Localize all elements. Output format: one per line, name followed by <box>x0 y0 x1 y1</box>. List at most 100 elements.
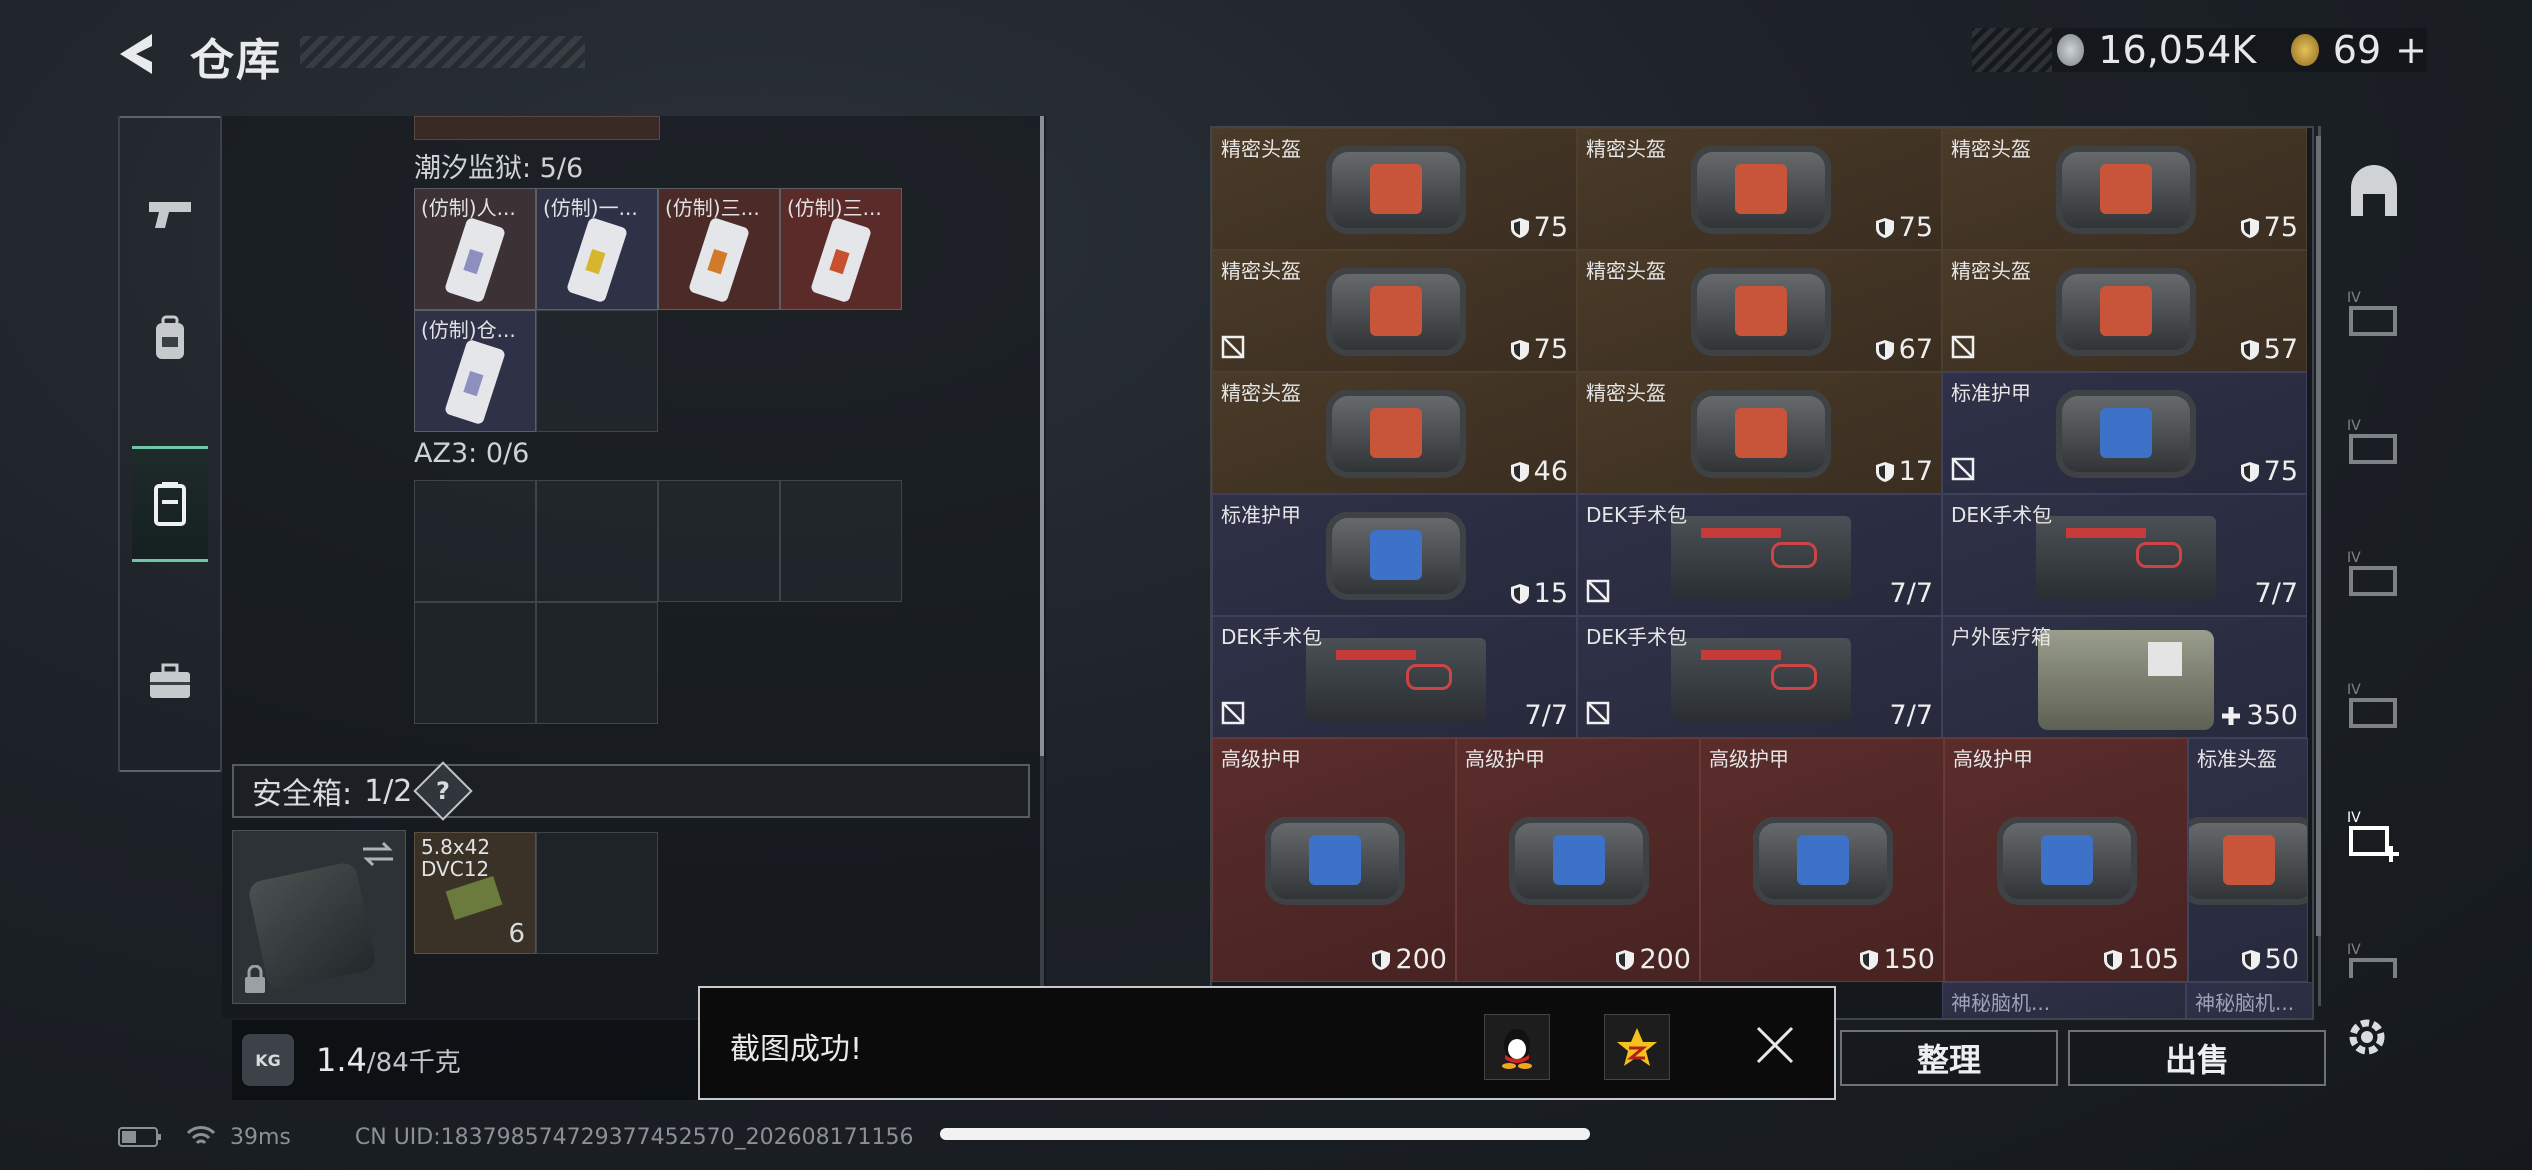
section-label-az3: AZ3: 0/6 <box>414 438 530 469</box>
tab-backpack[interactable] <box>132 284 208 394</box>
stash-item[interactable]: 精密头盔 67 <box>1577 250 1942 372</box>
stash-grid: 精密头盔 75 精密头盔 75 精密头盔 75 精密头盔 75 精密头盔 67 精密头盔 57 精密头盔… <box>1210 126 2314 1020</box>
left-scrollbar[interactable] <box>1040 116 1044 986</box>
safe-box-count: 1/2 <box>364 773 413 809</box>
item-value: 105 <box>2103 944 2179 975</box>
help-button[interactable]: ? <box>413 761 474 821</box>
item-name: 精密头盔 <box>1586 381 1666 405</box>
item-name: 户外医疗箱 <box>1951 625 2051 649</box>
stash-item[interactable]: 精密头盔 75 <box>1212 128 1577 250</box>
grid-scrollbar[interactable] <box>2316 136 2321 936</box>
empty-slot[interactable] <box>780 480 902 602</box>
storage-tab-icon: IV <box>2347 682 2397 728</box>
tab-weapons[interactable] <box>132 160 208 270</box>
add-stash-tab-button[interactable]: IV <box>2345 806 2403 864</box>
pistol-icon <box>149 202 191 228</box>
durability-shield-icon <box>2240 461 2259 482</box>
durability-shield-icon <box>1875 339 1894 360</box>
stash-tab-1[interactable]: IV <box>2345 286 2403 344</box>
tab-container[interactable] <box>132 446 208 562</box>
helmet-icon <box>2189 817 2307 905</box>
durability-shield-icon <box>1860 949 1879 970</box>
item-value: 7/7 <box>1889 578 1933 609</box>
toast-message: 截图成功! <box>730 1032 863 1067</box>
keycard-icon <box>443 338 507 426</box>
item-name: 高级护甲 <box>1465 747 1545 771</box>
swap-icon[interactable] <box>361 841 395 867</box>
stash-tab-3[interactable]: IV <box>2345 546 2403 604</box>
svg-text:IV: IV <box>2347 810 2361 826</box>
stash-item[interactable]: DEK手术包 7/7 <box>1942 494 2307 616</box>
stash-item[interactable]: 精密头盔 46 <box>1212 372 1577 494</box>
item-name: 标准护甲 <box>1221 503 1301 527</box>
inventory-item[interactable]: (仿制)人... <box>414 188 536 310</box>
ammo-item[interactable]: 5.8x42 DVC12 6 <box>414 832 536 954</box>
back-button[interactable] <box>112 28 164 80</box>
stash-item[interactable]: DEK手术包 7/7 <box>1577 616 1942 738</box>
stash-item[interactable]: 标准护甲 15 <box>1212 494 1577 616</box>
empty-slot[interactable] <box>414 480 536 602</box>
stash-item[interactable]: 高级护甲 150 <box>1700 738 1944 982</box>
stash-tab-5[interactable]: IV <box>2345 938 2403 978</box>
storage-tab-icon: IV <box>2347 550 2397 596</box>
inventory-item[interactable]: (仿制)一... <box>536 188 658 310</box>
vest-icon <box>2055 390 2196 478</box>
share-qq-button[interactable] <box>1484 1014 1550 1080</box>
item-name: DEK手术包 <box>1951 503 2053 527</box>
item-name: 高级护甲 <box>1953 747 2033 771</box>
stash-item[interactable]: 高级护甲 200 <box>1456 738 1700 982</box>
medical-box-icon <box>2037 630 2214 730</box>
settings-gear-icon[interactable] <box>2342 1012 2392 1062</box>
empty-slot[interactable] <box>414 602 536 724</box>
helmet-icon <box>1690 268 1831 356</box>
inventory-item[interactable]: (仿制)三... <box>658 188 780 310</box>
stash-item[interactable]: 高级护甲 105 <box>1944 738 2188 982</box>
close-icon[interactable] <box>1754 1024 1796 1066</box>
stash-tab-2[interactable]: IV <box>2345 414 2403 472</box>
stash-item[interactable]: 精密头盔 75 <box>1577 128 1942 250</box>
title-decoration <box>300 36 585 68</box>
toast-notification: 截图成功! <box>698 986 1836 1100</box>
add-storage-icon: IV <box>2347 810 2399 862</box>
empty-slot[interactable] <box>536 602 658 724</box>
stash-home-icon[interactable] <box>2345 162 2403 220</box>
stash-item[interactable]: 神秘脑机... <box>1942 982 2186 1018</box>
empty-slot[interactable] <box>658 480 780 602</box>
sort-button[interactable]: 整理 <box>1840 1030 2058 1086</box>
stash-item[interactable]: 精密头盔 75 <box>1942 128 2307 250</box>
inventory-item[interactable]: (仿制)仓... <box>414 310 536 432</box>
stash-item[interactable]: DEK手术包 7/7 <box>1212 616 1577 738</box>
item-name: 精密头盔 <box>1221 259 1301 283</box>
empty-slot[interactable] <box>536 832 658 954</box>
case-icon <box>154 482 186 526</box>
stash-tab-4[interactable]: IV <box>2345 678 2403 736</box>
empty-slot[interactable] <box>536 310 658 432</box>
durability-shield-icon <box>1510 461 1529 482</box>
ammo-count: 6 <box>508 919 525 949</box>
inventory-item[interactable]: (仿制)三... <box>780 188 902 310</box>
keycard-icon <box>809 216 873 304</box>
stash-item[interactable]: 精密头盔 17 <box>1577 372 1942 494</box>
not-found-icon <box>1951 335 1975 359</box>
not-found-icon <box>1221 701 1245 725</box>
stash-item[interactable]: 精密头盔 75 <box>1212 250 1577 372</box>
add-currency-button[interactable]: + <box>2395 28 2427 72</box>
share-qzone-button[interactable] <box>1604 1014 1670 1080</box>
helmet-icon <box>1325 146 1466 234</box>
stash-item[interactable]: 高级护甲 200 <box>1212 738 1456 982</box>
stash-item[interactable]: 户外医疗箱 350 <box>1942 616 2307 738</box>
helmet-icon <box>1690 146 1831 234</box>
sell-button[interactable]: 出售 <box>2068 1030 2326 1086</box>
home-indicator[interactable] <box>940 1128 1590 1140</box>
stash-item[interactable]: 精密头盔 57 <box>1942 250 2307 372</box>
empty-slot[interactable] <box>536 480 658 602</box>
item-value: 75 <box>1875 212 1933 243</box>
tab-toolbox[interactable] <box>132 626 208 736</box>
stash-item[interactable]: 标准护甲 75 <box>1942 372 2307 494</box>
safe-box-container[interactable] <box>232 830 406 1004</box>
cut-off-item[interactable] <box>414 116 660 140</box>
stash-item[interactable]: 标准头盔 50 <box>2188 738 2308 982</box>
stash-item[interactable]: 神秘脑机... <box>2186 982 2312 1018</box>
stash-item[interactable]: DEK手术包 7/7 <box>1577 494 1942 616</box>
gold-coin-icon <box>2291 34 2319 66</box>
